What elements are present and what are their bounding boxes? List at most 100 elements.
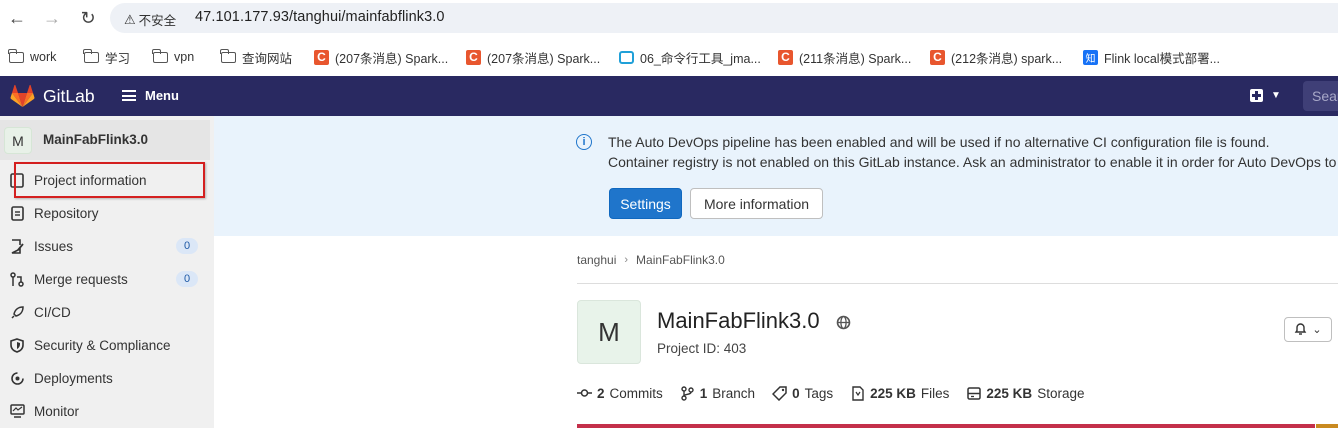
- storage-size: 225 KB: [986, 385, 1033, 401]
- sidebar-project-header[interactable]: M MainFabFlink3.0: [0, 120, 210, 160]
- sidebar-item-security-compliance[interactable]: Security & Compliance: [0, 330, 214, 360]
- chevron-down-icon: ▼: [1271, 90, 1281, 101]
- globe-icon: [836, 315, 851, 330]
- tag-icon: [772, 385, 787, 401]
- back-arrow-icon[interactable]: ←: [7, 7, 27, 29]
- info-circle-icon: i: [576, 134, 592, 150]
- bookmark-label: Flink local模式部署...: [1104, 51, 1220, 66]
- project-avatar-large: M: [577, 300, 641, 364]
- monitor-icon: [9, 403, 25, 419]
- insecure-indicator[interactable]: ⚠ 不安全: [124, 10, 176, 29]
- more-information-button[interactable]: More information: [690, 188, 823, 219]
- bookmark-csdn-2[interactable]: C (207条消息) Spark...: [466, 48, 600, 66]
- bookmark-label: work: [30, 50, 57, 64]
- deployments-icon: [9, 370, 25, 386]
- sidebar-item-repository[interactable]: Repository: [0, 198, 214, 228]
- folder-icon: [83, 48, 99, 63]
- commits-stat[interactable]: 2 Commits: [577, 386, 663, 401]
- warning-triangle-icon: ⚠: [124, 11, 136, 27]
- tags-stat[interactable]: 0 Tags: [772, 386, 833, 401]
- folder-icon: [8, 48, 24, 63]
- address-bar[interactable]: ⚠ 不安全 47.101.177.93/tanghui/mainfabflink…: [110, 3, 1338, 33]
- storage-icon: [966, 386, 981, 401]
- bookmark-bilibili[interactable]: 06_命令行工具_jma...: [619, 48, 761, 66]
- branch-count: 1: [699, 385, 708, 401]
- breadcrumb-namespace[interactable]: tanghui: [577, 253, 616, 267]
- bookmark-csdn-1[interactable]: C (207条消息) Spark...: [314, 48, 448, 66]
- csdn-icon: C: [930, 49, 945, 65]
- branch-stat[interactable]: 1 Branch: [680, 386, 755, 401]
- sidebar-item-label: Security & Compliance: [34, 337, 171, 353]
- sidebar-item-issues[interactable]: Issues 0: [0, 231, 214, 261]
- auto-devops-alert: i The Auto DevOps pipeline has been enab…: [214, 116, 1338, 236]
- files-label: Files: [920, 385, 950, 401]
- bookmark-label: (211条消息) Spark...: [799, 51, 912, 66]
- bookmark-label: 学习: [105, 51, 131, 66]
- alert-message-line-1: The Auto DevOps pipeline has been enable…: [608, 134, 1270, 150]
- file-icon: [850, 385, 865, 401]
- csdn-icon: C: [778, 49, 793, 65]
- info-document-icon: [9, 172, 25, 188]
- breadcrumb: tanghui › MainFabFlink3.0: [577, 253, 725, 267]
- bilibili-icon: [619, 50, 634, 64]
- sidebar-item-label: Repository: [34, 205, 99, 221]
- files-size: 225 KB: [870, 385, 916, 401]
- sidebar-item-label: CI/CD: [34, 304, 71, 320]
- menu-label: Menu: [145, 88, 179, 103]
- bookmark-csdn-4[interactable]: C (212条消息) spark...: [930, 48, 1062, 66]
- rocket-icon: [9, 304, 25, 320]
- bookmark-work[interactable]: work: [8, 48, 57, 66]
- bookmark-label: (207条消息) Spark...: [335, 51, 449, 66]
- url-text[interactable]: 47.101.177.93/tanghui/mainfabflink3.0: [195, 9, 445, 25]
- bookmark-vpn[interactable]: vpn: [152, 48, 194, 66]
- files-stat[interactable]: 225 KB Files: [850, 386, 949, 401]
- bookmark-label: (207条消息) Spark...: [487, 51, 601, 66]
- forward-arrow-icon[interactable]: →: [42, 7, 62, 29]
- search-input[interactable]: Sear: [1303, 81, 1338, 111]
- sidebar-item-ci-cd[interactable]: CI/CD: [0, 297, 214, 327]
- settings-button[interactable]: Settings: [609, 188, 682, 219]
- bookmark-csdn-3[interactable]: C (211条消息) Spark...: [778, 48, 911, 66]
- header-divider: [577, 283, 1338, 284]
- sidebar-item-label: Merge requests: [34, 271, 128, 287]
- sidebar-item-label: Project information: [34, 172, 147, 188]
- folder-icon: [152, 48, 168, 63]
- document-icon: [9, 205, 25, 221]
- storage-stat[interactable]: 225 KB Storage: [966, 386, 1084, 401]
- bookmarks-bar: work 学习 vpn 查询网站 C (207条消息) Spark... C (…: [0, 38, 1338, 76]
- sidebar-item-merge-requests[interactable]: Merge requests 0: [0, 264, 214, 294]
- branch-icon: [680, 385, 695, 401]
- project-id: Project ID: 403: [657, 341, 747, 356]
- chevron-right-icon: ›: [624, 254, 629, 266]
- zhihu-icon: 知: [1083, 49, 1098, 65]
- bookmark-label: 查询网站: [242, 51, 293, 66]
- bookmark-label: 06_命令行工具_jma...: [640, 51, 761, 66]
- breadcrumb-project[interactable]: MainFabFlink3.0: [636, 253, 725, 267]
- insecure-label: 不安全: [138, 14, 177, 28]
- issues-count-badge: 0: [176, 238, 198, 254]
- notification-button[interactable]: ⌄: [1284, 317, 1332, 342]
- sidebar-item-project-information[interactable]: Project information: [0, 165, 214, 195]
- commits-count: 2: [597, 385, 605, 401]
- bookmark-zhihu[interactable]: 知 Flink local模式部署...: [1083, 48, 1220, 66]
- bell-icon: [1294, 322, 1307, 338]
- sidebar-item-label: Issues: [34, 238, 74, 254]
- plus-square-icon: [1250, 89, 1263, 102]
- project-stats: 2 Commits 1 Branch 0 Tags 225 KB Files 2…: [577, 384, 1101, 402]
- bookmark-query-sites[interactable]: 查询网站: [220, 48, 293, 66]
- sidebar-item-monitor[interactable]: Monitor: [0, 396, 214, 426]
- new-dropdown-button[interactable]: ▼: [1250, 89, 1281, 102]
- gitlab-logo-icon[interactable]: [10, 84, 35, 108]
- browser-toolbar: ← → ↻ ⚠ 不安全 47.101.177.93/tanghui/mainfa…: [0, 0, 1338, 38]
- sidebar-item-label: Deployments: [34, 370, 113, 386]
- bookmark-study[interactable]: 学习: [83, 48, 131, 66]
- csdn-icon: C: [314, 49, 329, 65]
- gitlab-brand[interactable]: GitLab: [43, 86, 95, 107]
- merge-request-icon: [9, 271, 25, 287]
- tags-count: 0: [792, 385, 800, 401]
- menu-button[interactable]: Menu: [122, 88, 179, 103]
- sidebar-project-name: MainFabFlink3.0: [43, 132, 149, 147]
- reload-icon[interactable]: ↻: [78, 7, 98, 29]
- csdn-icon: C: [466, 49, 481, 65]
- sidebar-item-deployments[interactable]: Deployments: [0, 363, 214, 393]
